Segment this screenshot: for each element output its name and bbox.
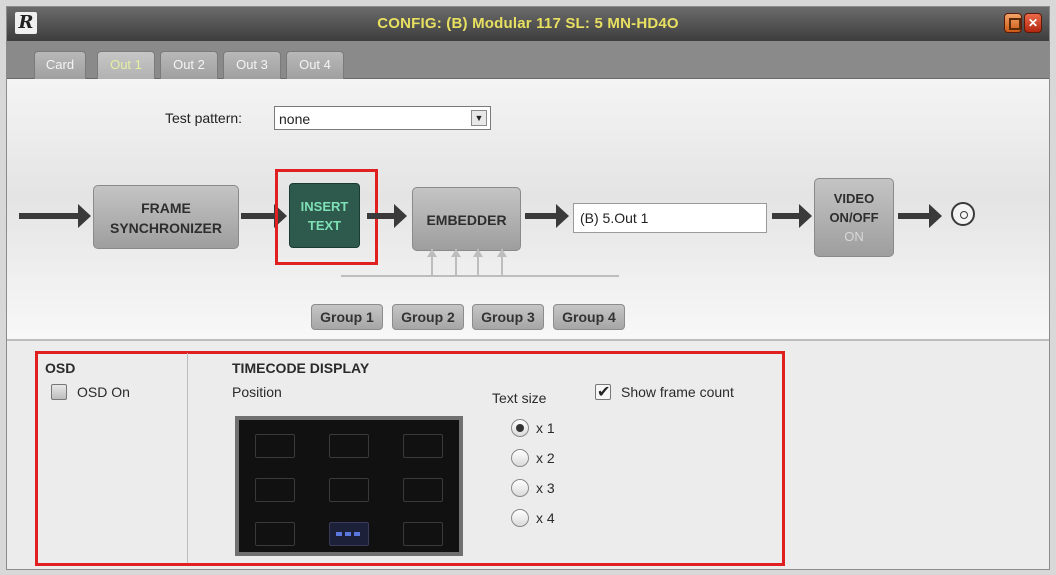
frame-synchronizer-block[interactable]: FRAME SYNCHRONIZER <box>93 185 239 249</box>
minimize-icon[interactable] <box>1004 13 1022 33</box>
text-size-x4-radio[interactable] <box>511 509 529 527</box>
group-4-button[interactable]: Group 4 <box>553 304 625 330</box>
tab-card[interactable]: Card <box>34 51 86 79</box>
group-1-button[interactable]: Group 1 <box>311 304 383 330</box>
up-arrow-icon <box>497 249 507 257</box>
signal-arrow-icon <box>367 204 407 228</box>
text-size-label: Text size <box>492 390 547 406</box>
tab-out-2[interactable]: Out 2 <box>160 51 218 79</box>
insert-text-block[interactable]: INSERT TEXT <box>289 183 360 248</box>
osd-on-label: OSD On <box>77 384 130 400</box>
show-frame-count-checkbox[interactable] <box>595 382 611 401</box>
bnc-output-icon <box>951 202 975 226</box>
text-size-x4-label: x 4 <box>536 510 555 526</box>
position-top-center[interactable] <box>329 434 369 458</box>
signal-arrow-icon <box>525 204 569 228</box>
insert-text-line-1: INSERT <box>300 199 349 214</box>
text-size-x2-label: x 2 <box>536 450 555 466</box>
text-size-x1-label: x 1 <box>536 420 555 436</box>
position-bottom-left[interactable] <box>255 522 295 546</box>
show-frame-count-label: Show frame count <box>621 384 734 400</box>
section-divider <box>187 353 188 563</box>
group-3-button[interactable]: Group 3 <box>472 304 544 330</box>
position-bottom-right[interactable] <box>403 522 443 546</box>
position-label: Position <box>232 384 282 400</box>
signal-path-panel: Test pattern: none ▼ FRAME SYNCHRONIZER … <box>7 79 1049 341</box>
insert-text-line-2: TEXT <box>307 218 342 233</box>
close-icon[interactable]: ✕ <box>1024 13 1042 33</box>
position-middle-center[interactable] <box>329 478 369 502</box>
frame-sync-line-1: FRAME <box>141 200 191 216</box>
group-2-button[interactable]: Group 2 <box>392 304 464 330</box>
position-top-left[interactable] <box>255 434 295 458</box>
text-size-x3-label: x 3 <box>536 480 555 496</box>
window-title: CONFIG: (B) Modular 117 SL: 5 MN-HD4O <box>377 15 679 32</box>
test-pattern-select[interactable]: none ▼ <box>274 106 491 130</box>
tab-out-3[interactable]: Out 3 <box>223 51 281 79</box>
text-size-x1-radio[interactable] <box>511 419 529 437</box>
config-window: R CONFIG: (B) Modular 117 SL: 5 MN-HD4O … <box>6 6 1050 570</box>
video-onoff-state: ON <box>844 229 864 244</box>
tab-out-4[interactable]: Out 4 <box>286 51 344 79</box>
test-pattern-value: none <box>279 111 311 127</box>
position-bottom-center[interactable] <box>329 522 369 546</box>
dropdown-arrow-icon[interactable]: ▼ <box>471 110 487 126</box>
signal-arrow-icon <box>898 204 942 228</box>
osd-on-checkbox[interactable] <box>51 384 67 400</box>
timecode-heading: TIMECODE DISPLAY <box>232 360 370 376</box>
embedder-block[interactable]: EMBEDDER <box>412 187 521 251</box>
text-size-x3-radio[interactable] <box>511 479 529 497</box>
signal-arrow-icon <box>772 204 812 228</box>
output-name-field[interactable]: (B) 5.Out 1 <box>573 203 767 233</box>
tab-bar: Card Out 1 Out 2 Out 3 Out 4 <box>7 41 1049 79</box>
group-connector-line <box>341 275 619 277</box>
up-arrow-icon <box>427 249 437 257</box>
text-size-x2-radio[interactable] <box>511 449 529 467</box>
video-onoff-line-2: ON/OFF <box>829 210 879 225</box>
tab-out-1[interactable]: Out 1 <box>97 51 155 79</box>
timecode-position-grid <box>235 416 463 556</box>
position-middle-left[interactable] <box>255 478 295 502</box>
frame-sync-line-2: SYNCHRONIZER <box>109 220 222 236</box>
video-onoff-line-1: VIDEO <box>833 191 875 206</box>
title-bar[interactable]: R CONFIG: (B) Modular 117 SL: 5 MN-HD4O … <box>7 7 1049 41</box>
video-onoff-block[interactable]: VIDEO ON/OFF ON <box>814 178 894 257</box>
test-pattern-label: Test pattern: <box>165 110 243 126</box>
up-arrow-icon <box>473 249 483 257</box>
signal-arrow-icon <box>19 204 91 228</box>
position-middle-right[interactable] <box>403 478 443 502</box>
osd-heading: OSD <box>45 360 76 376</box>
osd-timecode-panel: OSD OSD On TIMECODE DISPLAY Position Tex… <box>7 343 1049 569</box>
position-top-right[interactable] <box>403 434 443 458</box>
up-arrow-icon <box>451 249 461 257</box>
